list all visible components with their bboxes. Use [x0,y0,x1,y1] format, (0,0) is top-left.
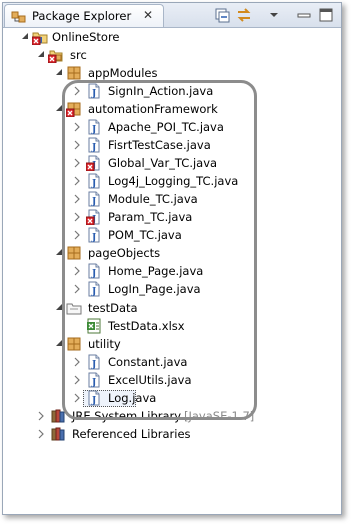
package-icon [67,66,81,80]
tab-title: Package Explorer [32,9,132,23]
package-explorer-icon [11,11,26,23]
library-icon [51,427,65,441]
project-node-onlinestore[interactable]: J OnlineStore [20,28,140,46]
package-explorer-tab[interactable]: Package Explorer ✕ [4,4,164,27]
library-node-referenced[interactable]: Referenced Libraries [36,425,236,443]
collapse-all-icon[interactable] [213,6,231,24]
view-tab-bar: Package Explorer ✕ [3,3,341,28]
source-folder-node-src[interactable]: src [36,46,116,64]
expanded-arrow-icon[interactable] [36,50,46,60]
tree-label: src [70,48,87,62]
minimize-icon[interactable] [295,6,313,24]
expanded-arrow-icon[interactable] [54,68,64,78]
java-project-icon: J [32,32,48,45]
annotation-highlight-box [62,80,257,420]
source-folder-icon [48,50,63,63]
view-menu-icon[interactable] [265,6,283,24]
tree-label: OnlineStore [52,30,120,44]
tree-label: Referenced Libraries [72,427,191,441]
expanded-arrow-icon[interactable] [20,32,30,42]
maximize-icon[interactable] [317,6,335,24]
link-with-editor-icon[interactable] [235,6,253,24]
collapsed-arrow-icon[interactable] [36,411,46,421]
collapsed-arrow-icon[interactable] [36,429,46,439]
tree-label: appModules [88,66,158,80]
close-icon[interactable]: ✕ [143,8,153,22]
